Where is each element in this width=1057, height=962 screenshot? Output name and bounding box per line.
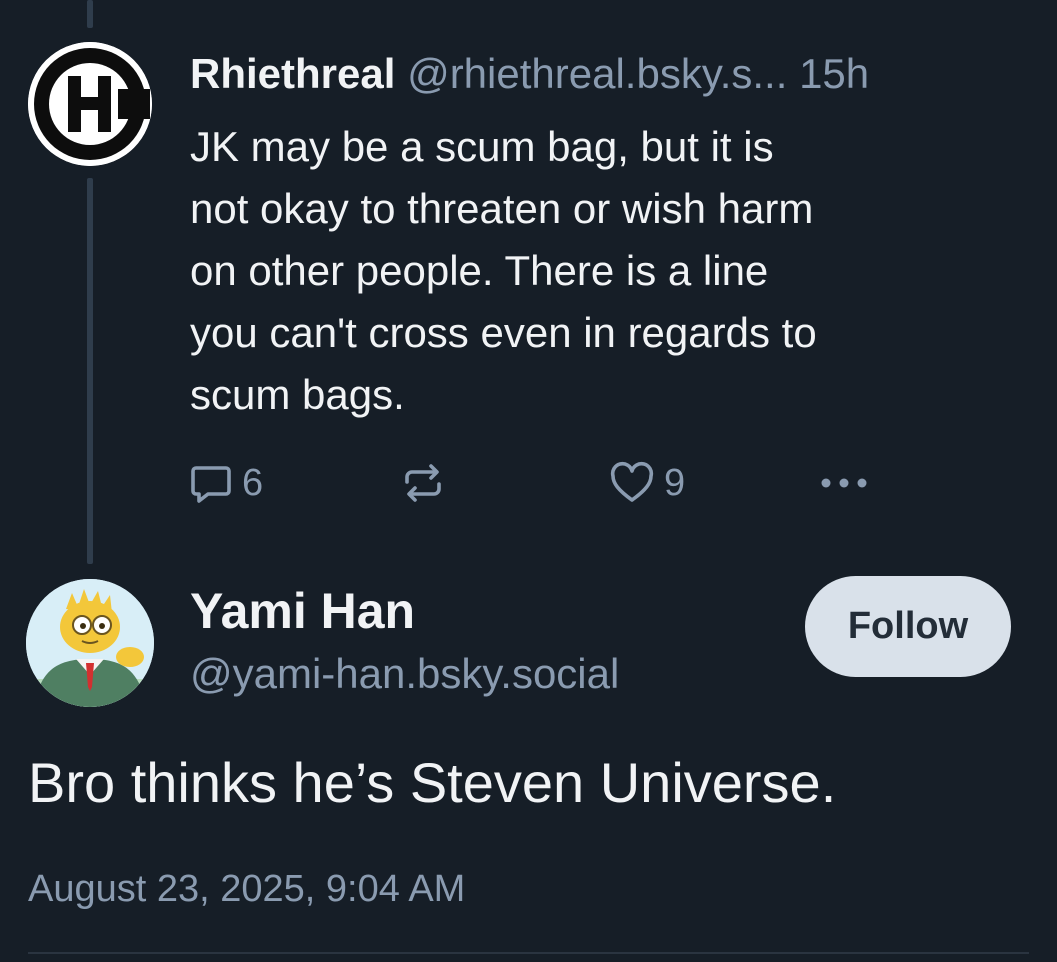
- follow-button[interactable]: Follow: [805, 576, 1011, 677]
- author-handle[interactable]: @rhiethreal.bsky.s...: [407, 50, 787, 97]
- post-text: Bro thinks he’s Steven Universe.: [28, 751, 837, 814]
- speech-bubble-icon: [188, 460, 234, 506]
- parent-post-header: Rhiethreal @rhiethreal.bsky.s... 15h: [190, 50, 869, 98]
- reply-count: 6: [242, 461, 264, 504]
- reply-button[interactable]: 6: [188, 455, 263, 511]
- parent-post-text: JK may be a scum bag, but it is not okay…: [190, 123, 817, 418]
- heart-icon: [608, 460, 656, 506]
- channel-logo-icon: [28, 42, 152, 166]
- repost-button[interactable]: [400, 455, 446, 511]
- cartoon-avatar-icon: [26, 579, 154, 707]
- parent-avatar[interactable]: [28, 42, 152, 166]
- author-handle[interactable]: @yami-han.bsky.social: [190, 648, 619, 700]
- thread-view: Rhiethreal @rhiethreal.bsky.s... 15h JK …: [0, 0, 1057, 962]
- thread-connector-line: [87, 0, 93, 28]
- ellipsis-icon: [818, 473, 874, 493]
- author-avatar[interactable]: [26, 579, 154, 707]
- post-timestamp[interactable]: 15h: [799, 50, 869, 97]
- post-action-bar: 6 9: [0, 455, 1057, 511]
- more-options-button[interactable]: [818, 455, 874, 511]
- author-name[interactable]: Yami Han: [190, 583, 415, 639]
- like-button[interactable]: 9: [608, 455, 685, 511]
- repost-arrows-icon: [400, 460, 446, 506]
- like-count: 9: [664, 461, 686, 504]
- author-name[interactable]: Rhiethreal: [190, 50, 395, 97]
- divider: [28, 952, 1029, 954]
- post-date: August 23, 2025, 9:04 AM: [28, 868, 466, 910]
